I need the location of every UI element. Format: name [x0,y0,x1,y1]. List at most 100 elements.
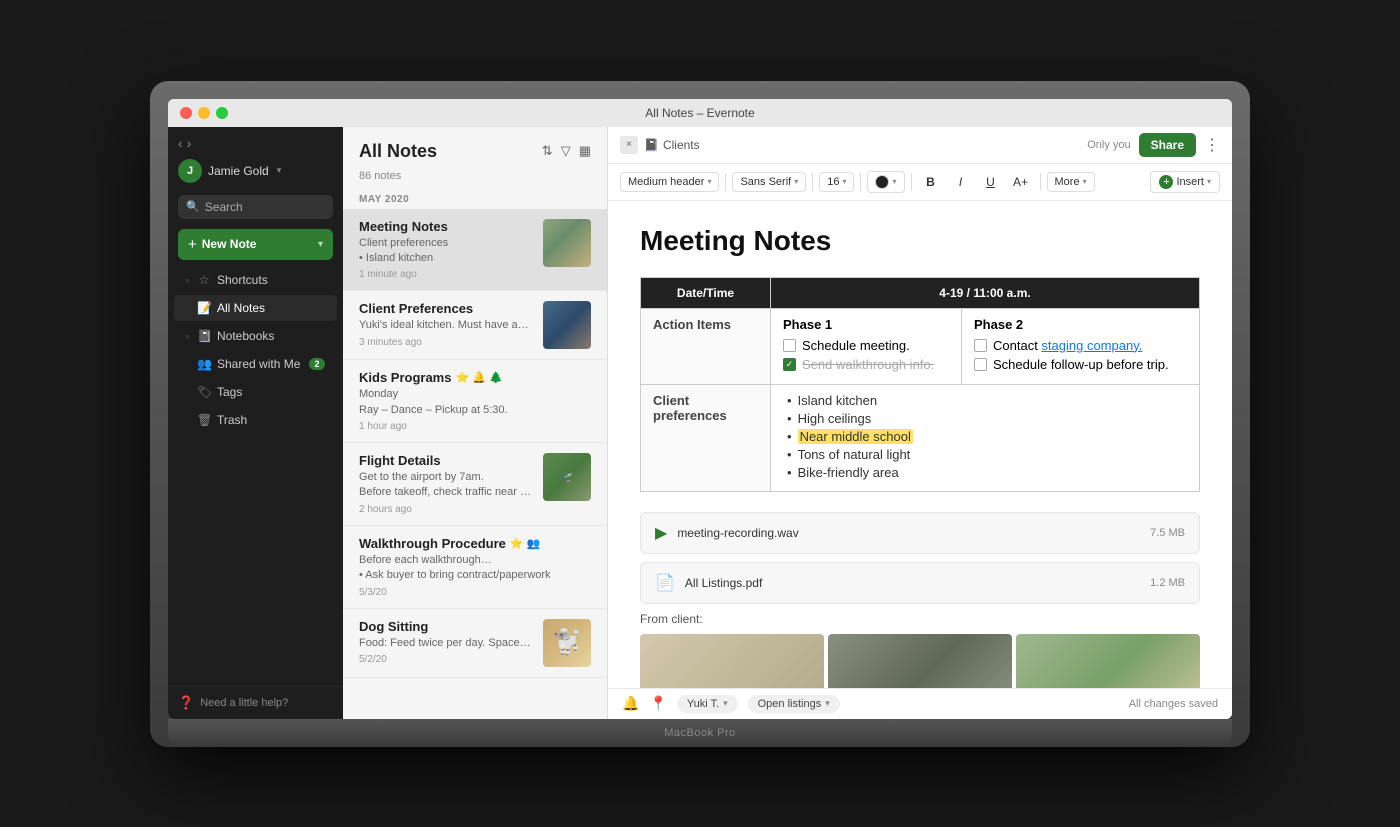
notes-icon: 📝 [197,301,211,315]
insert-button[interactable]: + Insert ▾ [1150,171,1220,193]
bullet-item: • Tons of natural light [787,447,1187,462]
sidebar-item-trash[interactable]: › 🗑 Trash [174,407,337,433]
list-item[interactable]: Dog Sitting Food: Feed twice per day. Sp… [343,609,607,678]
notebook-icon: 📓 [197,329,211,343]
bell-icon[interactable]: 🔔 [622,695,639,712]
note-title-heading[interactable]: Meeting Notes [640,225,1200,257]
table-cell-phase1: Phase 1 Schedule meeting. Send walkthrou… [771,308,962,384]
new-note-label: New Note [202,237,257,251]
note-preview: Yuki's ideal kitchen. Must have an islan… [359,318,533,333]
minimize-button[interactable] [198,107,210,119]
sidebar: ‹ › J Jamie Gold ▾ 🔍 Search + New [168,127,343,719]
sort-icon[interactable]: ⇅ [542,143,553,159]
table-cell-client-prefs: Client preferences [641,384,771,491]
close-button[interactable] [180,107,192,119]
list-item[interactable]: Client Preferences Yuki's ideal kitchen.… [343,291,607,360]
list-item[interactable]: Meeting Notes Client preferences• Island… [343,209,607,292]
checkbox-item: Schedule follow-up before trip. [974,357,1187,372]
text-size-button[interactable]: A+ [1008,169,1034,195]
sidebar-item-shared[interactable]: › 👥 Shared with Me 2 [174,351,337,377]
bullet-text: Island kitchen [798,393,878,408]
bold-button[interactable]: B [918,169,944,195]
list-item[interactable]: Kids Programs ⭐ 🔔 🌲 MondayRay – Dance – … [343,360,607,443]
editor-content[interactable]: Meeting Notes Date/Time 4-19 / 11:00 a.m… [608,201,1232,688]
notebook-icon: 📓 [644,138,659,152]
sidebar-bottom: ❓ Need a little help? [168,686,343,719]
sidebar-all-notes-label: All Notes [217,301,325,315]
nav-forward-button[interactable]: › [187,135,192,151]
sidebar-item-all-notes[interactable]: › 📝 All Notes [174,295,337,321]
help-label: Need a little help? [200,697,288,709]
checkbox-label: Schedule follow-up before trip. [993,357,1169,372]
table-cell-action-items: Action Items [641,308,771,384]
more-format-chevron-icon: ▾ [1083,177,1087,186]
help-button[interactable]: ❓ Need a little help? [178,695,333,711]
note-emojis: ⭐ 🔔 🌲 [455,371,502,384]
location-icon[interactable]: 📍 [649,695,666,712]
close-editor-button[interactable]: × [620,136,638,154]
phase2-header: Phase 2 [974,317,1187,332]
checkbox[interactable] [974,358,987,371]
font-chevron-icon: ▾ [794,177,798,186]
checkbox-checked[interactable] [783,358,796,371]
from-client-label: From client: [640,612,1200,626]
more-format-dropdown[interactable]: More ▾ [1047,172,1095,192]
list-item[interactable]: Walkthrough Procedure ⭐ 👥 Before each wa… [343,526,607,609]
note-thumbnail [543,219,591,267]
notebook-tag-button[interactable]: Open listings ▾ [748,695,840,713]
font-dropdown[interactable]: Sans Serif ▾ [732,172,806,192]
attachment-name: meeting-recording.wav [677,526,1140,540]
checkbox-label: Contact staging company. [993,338,1142,353]
user-profile[interactable]: J Jamie Gold ▾ [168,155,343,191]
insert-plus-icon: + [1159,175,1173,189]
font-size-dropdown[interactable]: 16 ▾ [819,172,854,192]
checkbox[interactable] [783,339,796,352]
filter-icon[interactable]: ▽ [561,143,571,159]
share-button[interactable]: Share [1139,133,1196,157]
new-note-chevron-icon: ▾ [318,239,323,250]
user-tag-chevron-icon: ▾ [723,698,728,709]
screen: All Notes – Evernote ‹ › J Jamie Gold ▾ [168,99,1232,719]
checkbox[interactable] [974,339,987,352]
nav-back-button[interactable]: ‹ [178,135,183,151]
note-time: 2 hours ago [359,504,533,515]
note-time: 1 minute ago [359,269,533,280]
search-bar[interactable]: 🔍 Search [178,195,333,219]
sidebar-item-notebooks[interactable]: › 📓 Notebooks [174,323,337,349]
color-picker-dropdown[interactable]: ▾ [867,171,904,193]
traffic-lights [180,107,228,119]
bullet-item: • Bike-friendly area [787,465,1187,480]
list-item[interactable]: Flight Details Get to the airport by 7am… [343,443,607,526]
sidebar-item-shortcuts[interactable]: › ☆ Shortcuts [174,267,337,293]
shared-icon: 👥 [197,357,211,371]
bullet-item: • High ceilings [787,411,1187,426]
attachment-pdf[interactable]: 📄 All Listings.pdf 1.2 MB [640,562,1200,604]
table-header-datetime: Date/Time [641,277,771,308]
toolbar-left: × 📓 Clients [620,136,700,154]
color-chevron-icon: ▾ [892,177,896,186]
editor-area: × 📓 Clients Only you Share ⋮ [608,127,1232,719]
star-icon: ☆ [197,273,211,287]
table-cell-phase2: Phase 2 Contact staging company. Schedul… [962,308,1200,384]
table-header-time: 4-19 / 11:00 a.m. [771,277,1200,308]
breadcrumb-notebook[interactable]: 📓 Clients [644,138,700,152]
view-toggle-icon[interactable]: ▦ [579,143,591,159]
attachment-audio[interactable]: ▶ meeting-recording.wav 7.5 MB [640,512,1200,554]
checkbox-item: Send walkthrough info. [783,357,949,372]
italic-button[interactable]: I [948,169,974,195]
user-tag-button[interactable]: Yuki T. ▾ [677,695,738,713]
table-cell-preferences: • Island kitchen • High ceilings [771,384,1200,491]
format-divider [812,173,813,191]
meeting-table: Date/Time 4-19 / 11:00 a.m. Action Items… [640,277,1200,492]
header-style-dropdown[interactable]: Medium header ▾ [620,172,719,192]
new-note-button[interactable]: + New Note ▾ [178,229,333,260]
bullet-text: High ceilings [798,411,872,426]
help-icon: ❓ [178,695,194,711]
notebook-name: Clients [663,138,700,152]
underline-button[interactable]: U [978,169,1004,195]
maximize-button[interactable] [216,107,228,119]
more-options-icon[interactable]: ⋮ [1204,135,1220,155]
phase1-header: Phase 1 [783,317,949,332]
sidebar-item-tags[interactable]: › 🏷 Tags [174,379,337,405]
sidebar-shared-label: Shared with Me [217,357,303,371]
